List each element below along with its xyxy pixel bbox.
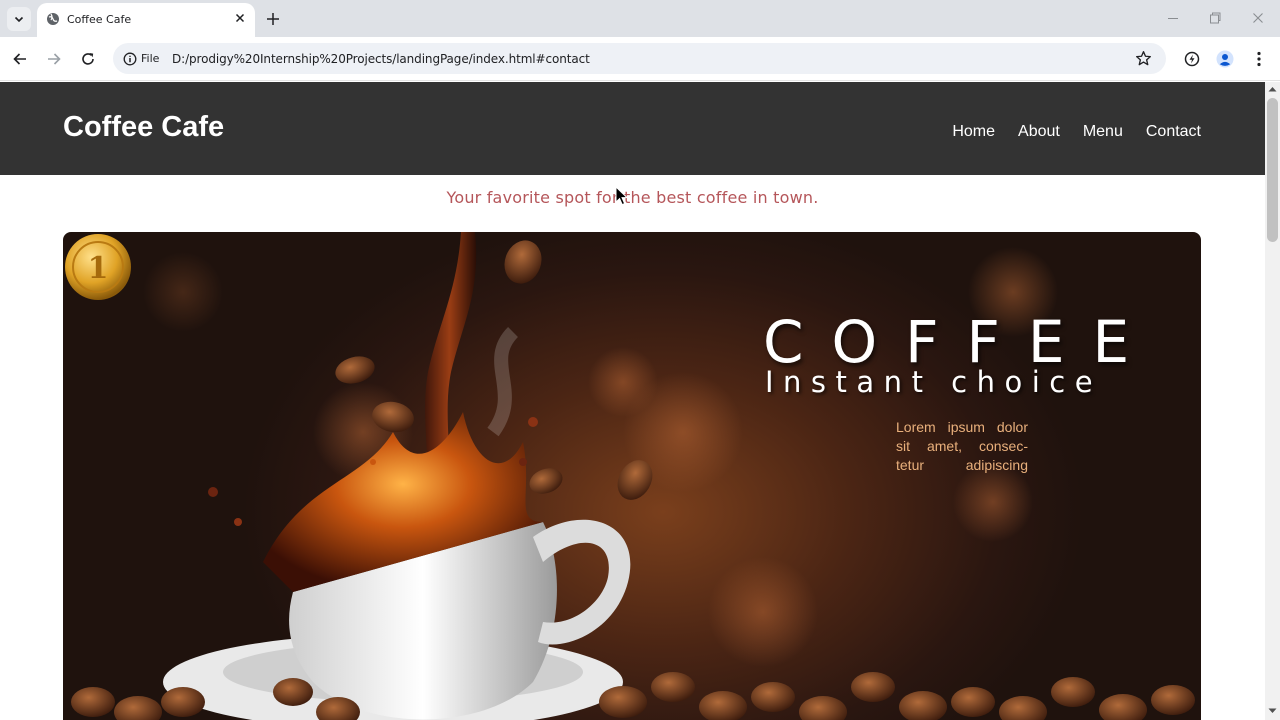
url-text[interactable]: D:/prodigy%20Internship%20Projects/landi… [172,52,590,66]
tab-strip: Coffee Cafe [0,0,1280,37]
scroll-up-arrow-icon[interactable] [1268,86,1277,92]
main-nav: Home About Menu Contact [952,123,1201,141]
extension-icon[interactable] [1183,50,1201,68]
site-header: Coffee Cafe Home About Menu Contact [0,82,1265,175]
star-icon[interactable] [1135,50,1152,67]
kebab-menu-icon[interactable] [1250,50,1268,68]
close-icon[interactable] [233,11,247,25]
nav-home[interactable]: Home [952,123,995,141]
medal-number: 1 [88,251,109,286]
forward-icon[interactable] [45,50,63,68]
nav-about[interactable]: About [1018,123,1060,141]
browser-toolbar: File D:/prodigy%20Internship%20Projects/… [0,37,1280,81]
scheme-label: File [141,52,160,65]
tab-search-button[interactable] [7,7,31,31]
scroll-down-arrow-icon[interactable] [1268,708,1277,714]
browser-tab[interactable]: Coffee Cafe [37,3,255,37]
plus-icon[interactable] [265,11,281,27]
coffee-cup-illustration [71,232,1195,720]
restore-icon[interactable] [1207,10,1223,26]
tab-search-icon [14,16,24,23]
globe-icon [47,13,59,25]
scrollbar-thumb[interactable] [1267,98,1278,242]
tagline: Your favorite spot for the best coffee i… [446,188,819,207]
hero-body-text: Lorem ipsum dolor sit amet, consec- tetu… [896,419,1028,473]
nav-contact[interactable]: Contact [1146,123,1201,141]
profile-icon[interactable] [1216,50,1234,68]
minimize-icon[interactable] [1165,10,1181,26]
site-brand[interactable]: Coffee Cafe [63,111,224,144]
site-info-chip[interactable]: File [117,47,167,70]
reload-icon[interactable] [79,50,97,68]
page-viewport: Coffee Cafe Home About Menu Contact Your… [0,82,1265,720]
hero-subtitle: Instant choice [765,365,1103,399]
page-scrollbar[interactable] [1265,82,1280,720]
tab-title: Coffee Cafe [67,13,132,26]
back-icon[interactable] [11,50,29,68]
address-bar[interactable]: File D:/prodigy%20Internship%20Projects/… [113,43,1166,74]
info-icon [123,52,137,65]
window-close-icon[interactable] [1250,10,1266,26]
nav-menu[interactable]: Menu [1083,123,1123,141]
hero-banner-image: COFFEE Instant choice Lorem ipsum dolor … [63,232,1201,720]
gold-medal-icon: 1 [65,234,131,300]
mouse-cursor-icon [615,186,629,206]
